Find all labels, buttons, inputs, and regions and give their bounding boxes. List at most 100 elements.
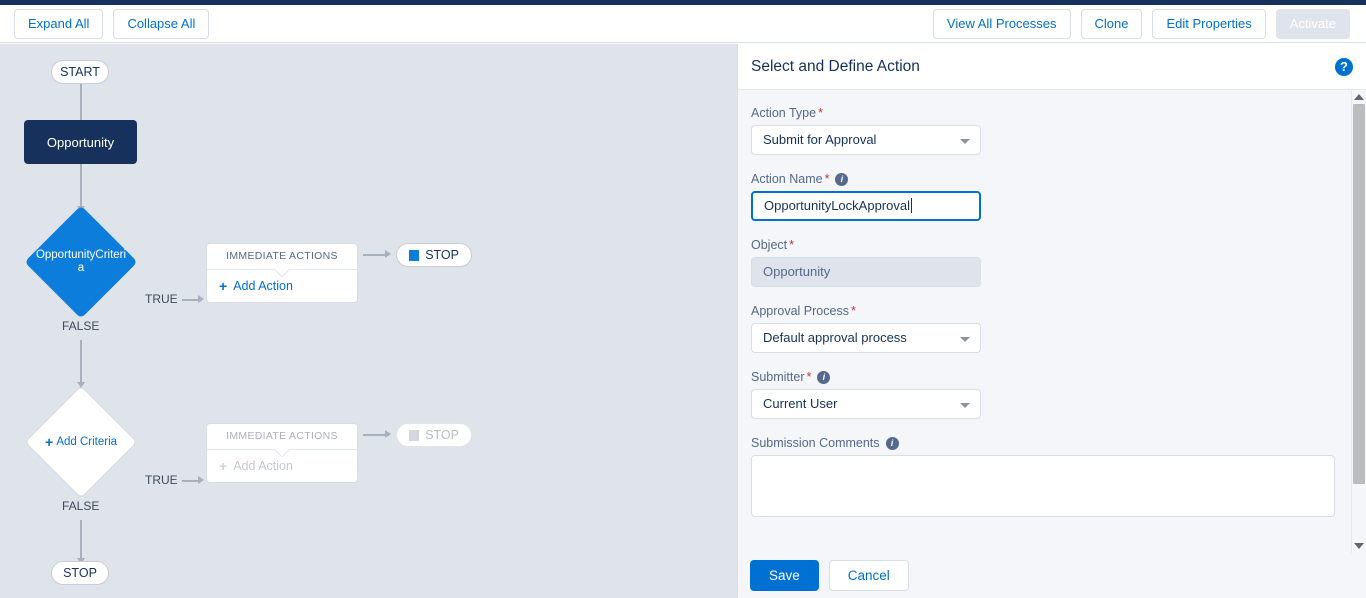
- add-criteria-text: Add Criteria: [56, 435, 118, 448]
- immediate-actions-header-2: IMMEDIATE ACTIONS: [207, 424, 357, 450]
- save-button[interactable]: Save: [750, 560, 819, 591]
- add-criteria-node-label: + Add Criteria: [25, 386, 137, 498]
- approval-process-select[interactable]: Default approval process: [751, 323, 981, 353]
- connector-criteria1-false: [80, 340, 82, 384]
- field-approval-process: Approval Process * Default approval proce…: [751, 304, 1337, 353]
- required-asterisk: *: [818, 106, 823, 120]
- field-submitter: Submitter * i Current User: [751, 370, 1337, 419]
- plus-icon: +: [219, 458, 228, 474]
- action-name-label: Action Name * i: [751, 172, 1337, 186]
- connector-actions2-to-stop2: [363, 434, 387, 436]
- start-node-label: START: [60, 65, 100, 79]
- criteria2-false-label: FALSE: [62, 499, 100, 513]
- action-type-value: Submit for Approval: [763, 132, 877, 147]
- scrollbar-thumb[interactable]: [1353, 104, 1365, 484]
- submitter-label-text: Submitter: [751, 370, 805, 384]
- stop-node-1[interactable]: STOP: [396, 243, 472, 267]
- action-type-select[interactable]: Submit for Approval: [751, 125, 981, 155]
- immediate-actions-header-1: IMMEDIATE ACTIONS: [207, 244, 357, 270]
- activate-button: Activate: [1275, 9, 1350, 39]
- submitter-label: Submitter * i: [751, 370, 1337, 384]
- submission-comments-label-text: Submission Comments: [751, 436, 880, 450]
- panel-footer: Save Cancel: [738, 553, 1366, 598]
- connector-criteria2-false: [80, 520, 82, 560]
- criteria-node-label: OpportunityCriteria: [35, 249, 127, 274]
- view-all-processes-button[interactable]: View All Processes: [932, 9, 1071, 39]
- add-criteria-node[interactable]: + Add Criteria: [24, 385, 138, 499]
- immediate-actions-card-1[interactable]: IMMEDIATE ACTIONS + Add Action: [206, 243, 358, 303]
- start-node[interactable]: START: [51, 60, 109, 84]
- info-icon[interactable]: i: [885, 436, 899, 450]
- connector-arrow-actions1-to-stop1: [385, 250, 391, 258]
- action-type-label: Action Type *: [751, 106, 1337, 120]
- criteria2-true-label: TRUE: [145, 473, 178, 487]
- text-caret: [910, 198, 912, 213]
- required-asterisk: *: [824, 172, 830, 186]
- submission-comments-textarea[interactable]: [751, 455, 1335, 517]
- criteria1-true-label: TRUE: [145, 292, 178, 306]
- approval-process-value: Default approval process: [763, 330, 907, 345]
- expand-all-button[interactable]: Expand All: [14, 9, 104, 39]
- toolbar: Expand All Collapse All View All Process…: [0, 5, 1366, 43]
- object-label: Object *: [751, 238, 1337, 252]
- scroll-up-arrow-icon[interactable]: [1354, 94, 1364, 100]
- field-action-name: Action Name * i OpportunityLockApproval: [751, 172, 1337, 221]
- action-type-label-text: Action Type: [751, 106, 817, 120]
- connector-actions1-to-stop1: [363, 254, 387, 256]
- process-builder-page: Expand All Collapse All View All Process…: [0, 0, 1366, 598]
- edit-properties-button[interactable]: Edit Properties: [1152, 9, 1266, 39]
- clone-button[interactable]: Clone: [1080, 9, 1143, 39]
- plus-icon: +: [44, 434, 54, 450]
- stop-node-final[interactable]: STOP: [51, 561, 109, 585]
- object-node-label: Opportunity: [46, 134, 115, 150]
- required-asterisk: *: [789, 238, 795, 252]
- action-name-input[interactable]: OpportunityLockApproval: [751, 191, 981, 221]
- toolbar-left-group: Expand All Collapse All: [14, 9, 210, 39]
- required-asterisk: *: [850, 304, 856, 318]
- approval-process-label-text: Approval Process: [751, 304, 849, 318]
- immediate-actions-card-2: IMMEDIATE ACTIONS + Add Action: [206, 423, 358, 483]
- action-detail-panel: Select and Define Action ? Action Type * …: [737, 44, 1366, 598]
- panel-body: Action Type * Submit for Approval Action …: [738, 90, 1350, 553]
- stop-square-icon: [409, 249, 420, 261]
- object-label-text: Object: [751, 238, 788, 252]
- panel-header: Select and Define Action ?: [738, 44, 1366, 90]
- connector-object-to-criteria1: [80, 164, 82, 208]
- action-name-label-text: Action Name: [751, 172, 823, 186]
- process-flow-canvas: START Opportunity OpportunityCriteria TR…: [0, 44, 737, 598]
- connector-arrow-criteria1-true: [198, 295, 204, 303]
- submitter-value: Current User: [763, 396, 838, 411]
- info-icon[interactable]: i: [835, 172, 849, 186]
- submitter-select[interactable]: Current User: [751, 389, 981, 419]
- stop-node-final-label: STOP: [63, 566, 97, 580]
- object-value: Opportunity: [763, 264, 831, 279]
- connector-arrow-actions2-to-stop2: [385, 430, 391, 438]
- action-name-value: OpportunityLockApproval: [764, 198, 910, 213]
- field-submission-comments: Submission Comments i: [751, 436, 1337, 517]
- approval-process-label: Approval Process *: [751, 304, 1337, 318]
- criteria-node-opportunity-criteria[interactable]: OpportunityCriteria: [24, 205, 138, 319]
- info-icon[interactable]: i: [817, 370, 831, 384]
- field-action-type: Action Type * Submit for Approval: [751, 106, 1337, 155]
- stop-node-2: STOP: [396, 423, 472, 447]
- add-action-label-1: Add Action: [233, 279, 293, 293]
- cancel-button[interactable]: Cancel: [828, 560, 909, 591]
- scroll-down-arrow-icon[interactable]: [1354, 543, 1364, 549]
- field-object: Object * Opportunity: [751, 238, 1337, 287]
- object-node-opportunity[interactable]: Opportunity: [24, 120, 137, 164]
- stop-node-1-label: STOP: [425, 248, 459, 262]
- plus-icon: +: [219, 278, 228, 294]
- stop-square-icon: [409, 429, 420, 441]
- submission-comments-label: Submission Comments i: [751, 436, 1337, 450]
- connector-arrow-criteria2-true: [198, 476, 204, 484]
- criteria1-false-label: FALSE: [62, 319, 100, 333]
- panel-scrollbar[interactable]: [1351, 90, 1366, 553]
- toolbar-right-group: View All Processes Clone Edit Properties…: [932, 9, 1350, 39]
- add-action-label-2: Add Action: [233, 459, 293, 473]
- help-icon[interactable]: ?: [1335, 58, 1353, 76]
- object-readonly-field: Opportunity: [751, 257, 981, 287]
- panel-title: Select and Define Action: [751, 58, 920, 75]
- collapse-all-button[interactable]: Collapse All: [113, 9, 210, 39]
- required-asterisk: *: [806, 370, 812, 384]
- stop-node-2-label: STOP: [425, 428, 459, 442]
